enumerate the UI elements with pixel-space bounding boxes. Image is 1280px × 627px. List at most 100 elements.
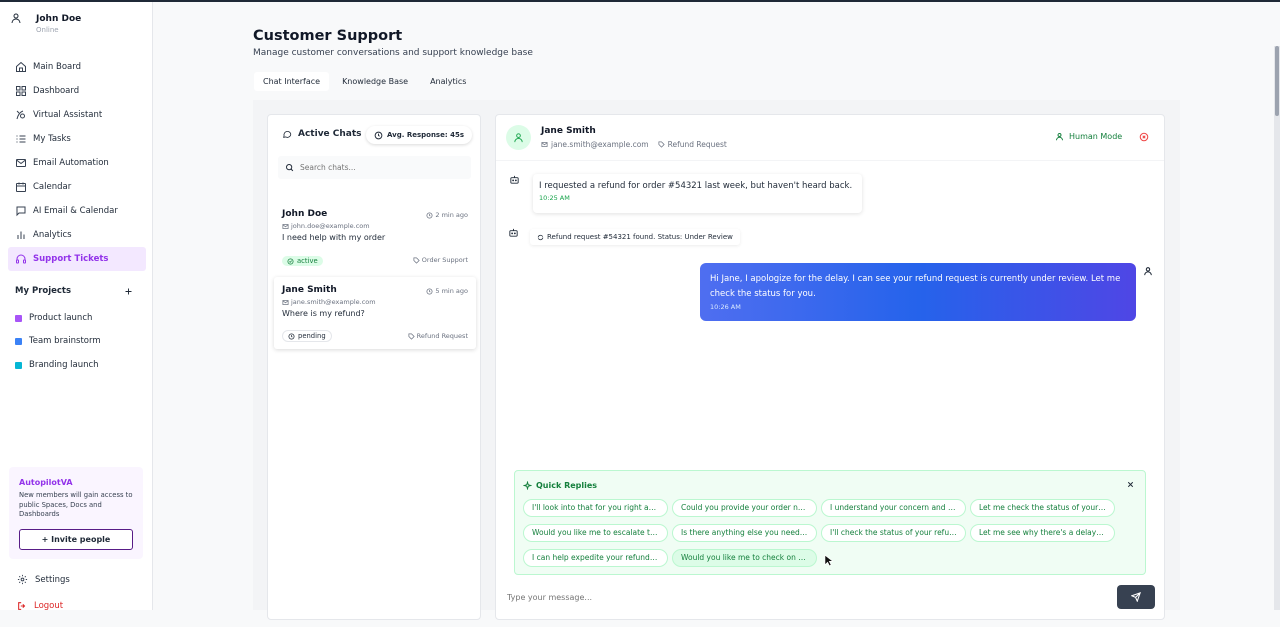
quick-reply-chip[interactable]: Let me check the status of your request. bbox=[970, 499, 1115, 517]
message-time: 10:26 AM bbox=[710, 303, 741, 311]
send-icon bbox=[1131, 592, 1141, 602]
project-team-brainstorm[interactable]: Team brainstorm bbox=[15, 336, 101, 346]
human-mode-toggle[interactable]: Human Mode bbox=[1055, 132, 1122, 141]
quick-reply-chip[interactable]: I can help expedite your refund process. bbox=[523, 549, 668, 567]
chat-item-john-doe[interactable]: John Doe 2 min ago john.doe@example.com … bbox=[274, 201, 476, 273]
promo-title: AutopilotVA bbox=[19, 478, 73, 487]
nav-item-support-tickets[interactable]: Support Tickets bbox=[8, 247, 146, 271]
project-product-launch[interactable]: Product launch bbox=[15, 313, 92, 323]
bar-chart-icon bbox=[17, 231, 25, 239]
chat-tag-text: Refund Request bbox=[416, 332, 468, 340]
logout-link[interactable]: Logout bbox=[17, 601, 63, 611]
status-text: active bbox=[297, 257, 318, 265]
chat-tag: Order Support bbox=[413, 256, 468, 264]
avatar bbox=[506, 125, 531, 150]
clock-icon bbox=[426, 212, 433, 218]
project-color bbox=[15, 314, 22, 322]
message-time: 10:25 AM bbox=[539, 194, 570, 202]
headset-icon bbox=[16, 254, 26, 264]
send-button[interactable] bbox=[1117, 585, 1155, 609]
logout-icon bbox=[18, 602, 26, 610]
tab-chat-interface[interactable]: Chat Interface bbox=[254, 72, 330, 91]
logout-label: Logout bbox=[34, 601, 64, 611]
projects-header: My Projects bbox=[15, 286, 133, 296]
main-nav: Main Board Dashboard Virtual Assistant M… bbox=[8, 55, 146, 271]
check-circle-icon bbox=[287, 258, 294, 264]
bot-icon bbox=[510, 175, 519, 184]
chat-email: jane.smith@example.com bbox=[282, 298, 468, 306]
project-label: Team brainstorm bbox=[29, 336, 101, 346]
page-subtitle: Manage customer conversations and suppor… bbox=[253, 48, 533, 58]
status-text: pending bbox=[298, 332, 326, 340]
nav-item-ai-email-calendar[interactable]: AI Email & Calendar bbox=[8, 199, 146, 223]
contact-meta: jane.smith@example.com Refund Request bbox=[541, 140, 727, 149]
nav-item-calendar[interactable]: Calendar bbox=[8, 175, 146, 199]
promo-text: New members will gain access to public S… bbox=[19, 491, 133, 518]
chat-time: 5 min ago bbox=[426, 287, 468, 295]
project-color bbox=[15, 361, 22, 369]
assistant-icon bbox=[16, 110, 25, 120]
nav-label: Virtual Assistant bbox=[33, 110, 103, 120]
project-branding-launch[interactable]: Branding launch bbox=[15, 360, 99, 370]
chat-time: 2 min ago bbox=[426, 211, 468, 219]
tag-icon bbox=[658, 141, 665, 148]
chat-list-panel: Active Chats Avg. Response: 45s John Doe… bbox=[267, 114, 481, 620]
scrollbar-thumb[interactable] bbox=[1275, 46, 1279, 116]
nav-item-virtual-assistant[interactable]: Virtual Assistant bbox=[8, 103, 146, 127]
nav-item-analytics[interactable]: Analytics bbox=[8, 223, 146, 247]
status-badge: active bbox=[282, 256, 323, 266]
quick-replies-header: Quick Replies bbox=[523, 481, 597, 490]
quick-reply-chip[interactable]: Would you like me to escalate this issue… bbox=[523, 524, 668, 542]
bot-icon bbox=[509, 228, 518, 237]
tag-icon bbox=[413, 257, 420, 264]
gear-icon bbox=[17, 574, 28, 585]
chat-time-text: 5 min ago bbox=[435, 287, 468, 295]
page-scrollbar[interactable] bbox=[1274, 46, 1280, 610]
close-icon[interactable] bbox=[1139, 132, 1149, 142]
project-label: Branding launch bbox=[29, 360, 99, 370]
chat-list-title: Active Chats bbox=[298, 129, 362, 139]
chat-icon bbox=[16, 206, 26, 217]
message-input[interactable] bbox=[507, 589, 1097, 605]
nav-item-dashboard[interactable]: Dashboard bbox=[8, 79, 146, 103]
nav-item-main-board[interactable]: Main Board bbox=[8, 55, 146, 79]
user-profile[interactable]: John Doe Online bbox=[10, 12, 81, 34]
list-icon bbox=[16, 135, 26, 143]
nav-item-my-tasks[interactable]: My Tasks bbox=[8, 127, 146, 151]
chat-email-text: john.doe@example.com bbox=[291, 222, 370, 230]
tab-knowledge-base[interactable]: Knowledge Base bbox=[333, 72, 417, 91]
home-icon bbox=[16, 61, 26, 72]
clock-icon bbox=[374, 131, 383, 139]
close-icon[interactable] bbox=[1126, 480, 1135, 489]
tab-analytics[interactable]: Analytics bbox=[421, 72, 475, 91]
conversation-header: Jane Smith jane.smith@example.com Refund… bbox=[496, 115, 1164, 161]
projects-title: My Projects bbox=[15, 286, 72, 296]
quick-reply-chip[interactable]: I'll look into that for you right away. bbox=[523, 499, 668, 517]
clock-icon bbox=[288, 333, 295, 339]
calendar-icon bbox=[16, 182, 26, 192]
contact-tag: Refund Request bbox=[667, 140, 727, 149]
message-composer bbox=[495, 585, 1165, 610]
plus-icon[interactable] bbox=[124, 287, 133, 296]
quick-reply-chip[interactable]: I'll check the status of your refund now… bbox=[821, 524, 966, 542]
chat-email-text: jane.smith@example.com bbox=[291, 298, 376, 306]
message-text: I requested a refund for order #54321 la… bbox=[539, 181, 853, 191]
quick-reply-chip[interactable]: I understand your concern and apologize. bbox=[821, 499, 966, 517]
chat-list-header: Active Chats bbox=[282, 129, 362, 139]
nav-label: Email Automation bbox=[33, 158, 109, 168]
chat-item-jane-smith[interactable]: Jane Smith 5 min ago jane.smith@example.… bbox=[274, 277, 476, 349]
project-label: Product launch bbox=[29, 313, 93, 323]
quick-reply-chip[interactable]: Could you provide your order number? bbox=[672, 499, 817, 517]
quick-reply-chip[interactable]: Let me see why there's a delay with this… bbox=[970, 524, 1115, 542]
nav-item-email-automation[interactable]: Email Automation bbox=[8, 151, 146, 175]
sidebar: John Doe Online Main Board Dashboard Vir… bbox=[0, 2, 153, 611]
project-color bbox=[15, 337, 22, 345]
search-input[interactable] bbox=[300, 163, 460, 172]
chat-search bbox=[278, 156, 471, 179]
quick-reply-chip[interactable]: Is there anything else you need help wit… bbox=[672, 524, 817, 542]
invite-people-button[interactable]: + Invite people bbox=[19, 529, 133, 550]
grid-icon bbox=[16, 86, 26, 96]
quick-reply-chip[interactable]: Would you like me to check on that? bbox=[672, 549, 817, 567]
settings-link[interactable]: Settings bbox=[17, 574, 70, 585]
chat-preview: I need help with my order bbox=[282, 233, 386, 242]
